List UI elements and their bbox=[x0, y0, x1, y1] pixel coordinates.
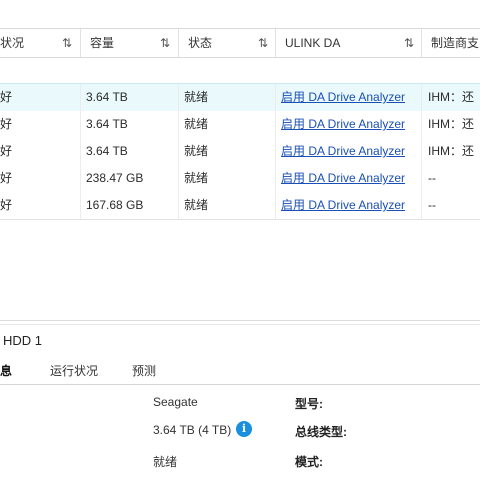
capacity-value: 3.64 TB (4 TB) bbox=[153, 423, 232, 437]
sort-icon[interactable]: ⇅ bbox=[160, 29, 170, 57]
sort-icon[interactable]: ⇅ bbox=[258, 29, 268, 57]
disk-table: 状况 ⇅ 容量 ⇅ 状态 ⇅ ULINK DA ⇅ 制造商支 好 3.64 TB… bbox=[0, 0, 480, 300]
enable-da-link[interactable]: 启用 DA Drive Analyzer bbox=[281, 138, 405, 165]
status-cell: 就绪 bbox=[184, 144, 209, 158]
vendor-cell: IHM：还 bbox=[428, 117, 474, 131]
table-header: 状况 ⇅ 容量 ⇅ 状态 ⇅ ULINK DA ⇅ 制造商支 bbox=[0, 28, 480, 58]
cell-divider bbox=[421, 165, 422, 192]
vendor-cell: -- bbox=[428, 198, 436, 212]
column-header-ulink-da[interactable]: ULINK DA bbox=[285, 29, 340, 57]
panel-divider bbox=[0, 324, 480, 325]
cell-divider bbox=[80, 111, 81, 138]
capacity-cell: 3.64 TB bbox=[86, 90, 128, 104]
cell-divider bbox=[275, 138, 276, 165]
tab-health[interactable]: 运行状况 bbox=[50, 358, 98, 384]
column-header-health[interactable]: 状况 bbox=[0, 29, 24, 57]
detail-tabs: 信息 运行状况 预测 bbox=[0, 358, 480, 385]
cell-divider bbox=[178, 165, 179, 192]
capacity-cell: 167.68 GB bbox=[86, 198, 144, 212]
sort-icon[interactable]: ⇅ bbox=[404, 29, 414, 57]
manufacturer-value: Seagate bbox=[153, 395, 198, 409]
column-divider[interactable] bbox=[421, 29, 422, 57]
tab-prediction[interactable]: 预测 bbox=[132, 358, 156, 384]
cell-divider bbox=[80, 192, 81, 219]
cell-divider bbox=[275, 192, 276, 219]
cell-divider bbox=[178, 192, 179, 219]
health-cell: 好 bbox=[0, 171, 13, 185]
table-row[interactable]: 好 167.68 GB 就绪 启用 DA Drive Analyzer -- bbox=[0, 192, 480, 220]
bus-type-label: 总线类型: bbox=[295, 425, 347, 439]
status-cell: 就绪 bbox=[184, 117, 209, 131]
status-cell: 就绪 bbox=[184, 198, 209, 212]
cell-divider bbox=[275, 165, 276, 192]
vendor-cell: IHM：还 bbox=[428, 144, 474, 158]
enable-da-link[interactable]: 启用 DA Drive Analyzer bbox=[281, 84, 405, 111]
status-value: 就绪 bbox=[153, 455, 178, 469]
model-label: 型号: bbox=[295, 397, 323, 411]
sort-icon[interactable]: ⇅ bbox=[62, 29, 72, 57]
health-cell: 好 bbox=[0, 117, 13, 131]
column-header-vendor[interactable]: 制造商支 bbox=[431, 29, 479, 57]
tab-info[interactable]: 信息 bbox=[0, 358, 12, 384]
cell-divider bbox=[178, 111, 179, 138]
health-cell: 好 bbox=[0, 90, 13, 104]
enable-da-link[interactable]: 启用 DA Drive Analyzer bbox=[281, 111, 405, 138]
enable-da-link[interactable]: 启用 DA Drive Analyzer bbox=[281, 192, 405, 219]
vendor-cell: IHM：还 bbox=[428, 90, 474, 104]
table-row[interactable]: 好 3.64 TB 就绪 启用 DA Drive Analyzer IHM：还 bbox=[0, 83, 480, 112]
cell-divider bbox=[80, 84, 81, 111]
cell-divider bbox=[275, 111, 276, 138]
column-divider[interactable] bbox=[178, 29, 179, 57]
column-divider[interactable] bbox=[275, 29, 276, 57]
mode-label: 模式: bbox=[295, 455, 323, 469]
cell-divider bbox=[178, 84, 179, 111]
info-icon[interactable]: i bbox=[236, 421, 252, 437]
cell-divider bbox=[80, 165, 81, 192]
capacity-cell: 3.64 TB bbox=[86, 144, 128, 158]
panel-divider[interactable] bbox=[0, 320, 480, 321]
enable-da-link[interactable]: 启用 DA Drive Analyzer bbox=[281, 165, 405, 192]
table-row[interactable]: 好 3.64 TB 就绪 启用 DA Drive Analyzer IHM：还 bbox=[0, 111, 480, 139]
cell-divider bbox=[421, 138, 422, 165]
column-header-capacity[interactable]: 容量 bbox=[90, 29, 114, 57]
health-cell: 好 bbox=[0, 144, 13, 158]
table-row[interactable]: 好 3.64 TB 就绪 启用 DA Drive Analyzer IHM：还 bbox=[0, 138, 480, 166]
cell-divider bbox=[275, 84, 276, 111]
disk-title: HDD 1 bbox=[3, 333, 43, 348]
health-cell: 好 bbox=[0, 198, 13, 212]
capacity-cell: 3.64 TB bbox=[86, 117, 128, 131]
cell-divider bbox=[421, 84, 422, 111]
cell-divider bbox=[421, 111, 422, 138]
table-row[interactable]: 好 238.47 GB 就绪 启用 DA Drive Analyzer -- bbox=[0, 165, 480, 193]
cell-divider bbox=[421, 192, 422, 219]
column-header-status[interactable]: 状态 bbox=[188, 29, 212, 57]
status-cell: 就绪 bbox=[184, 90, 209, 104]
status-cell: 就绪 bbox=[184, 171, 209, 185]
capacity-cell: 238.47 GB bbox=[86, 171, 144, 185]
column-divider[interactable] bbox=[80, 29, 81, 57]
cell-divider bbox=[178, 138, 179, 165]
vendor-cell: -- bbox=[428, 171, 436, 185]
cell-divider bbox=[80, 138, 81, 165]
